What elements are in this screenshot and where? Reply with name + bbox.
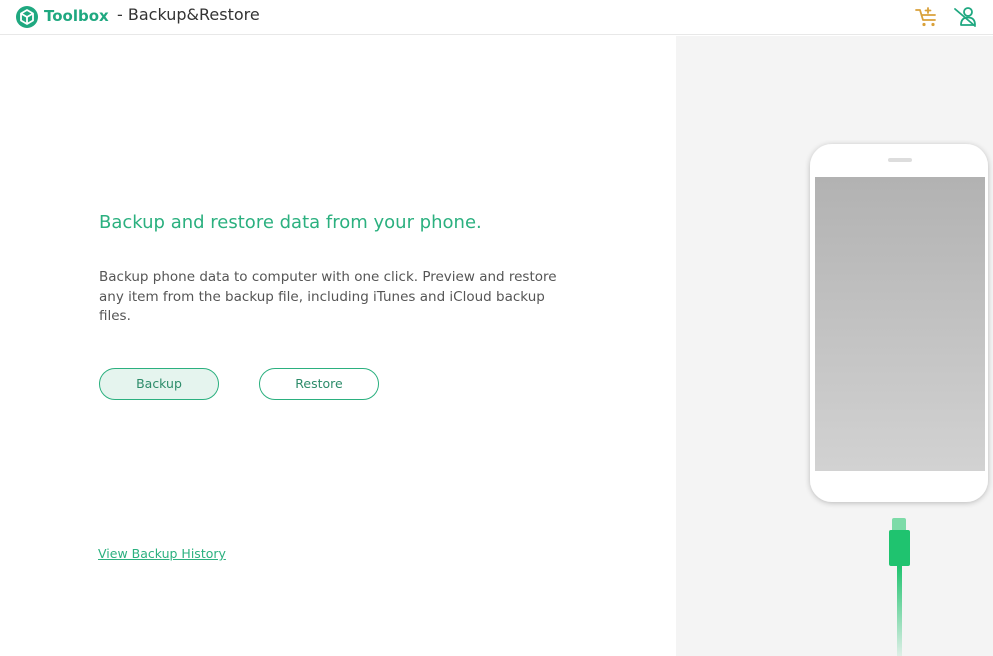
description-text: Backup phone data to computer with one c…: [99, 269, 557, 324]
toolbox-logo-icon: [16, 6, 38, 28]
backup-button[interactable]: Backup: [99, 368, 219, 400]
restore-button[interactable]: Restore: [259, 368, 379, 400]
cable-plug: [892, 518, 906, 532]
user-remove-icon[interactable]: [953, 5, 979, 29]
phone-speaker: [888, 158, 912, 162]
view-backup-history-link[interactable]: View Backup History: [98, 546, 226, 562]
brand-name: Toolbox: [44, 7, 109, 25]
page-title: - Backup&Restore: [117, 5, 260, 24]
phone-screen: [815, 177, 985, 471]
cable-connector: [889, 530, 910, 566]
phone-illustration: [810, 144, 988, 656]
title-bar: Toolbox - Backup&Restore: [0, 0, 993, 35]
app-window: Toolbox - Backup&Restore Backup and rest…: [0, 0, 993, 656]
headline: Backup and restore data from your phone.: [99, 212, 482, 233]
cart-icon[interactable]: [914, 5, 940, 29]
cable-wire: [897, 566, 902, 656]
